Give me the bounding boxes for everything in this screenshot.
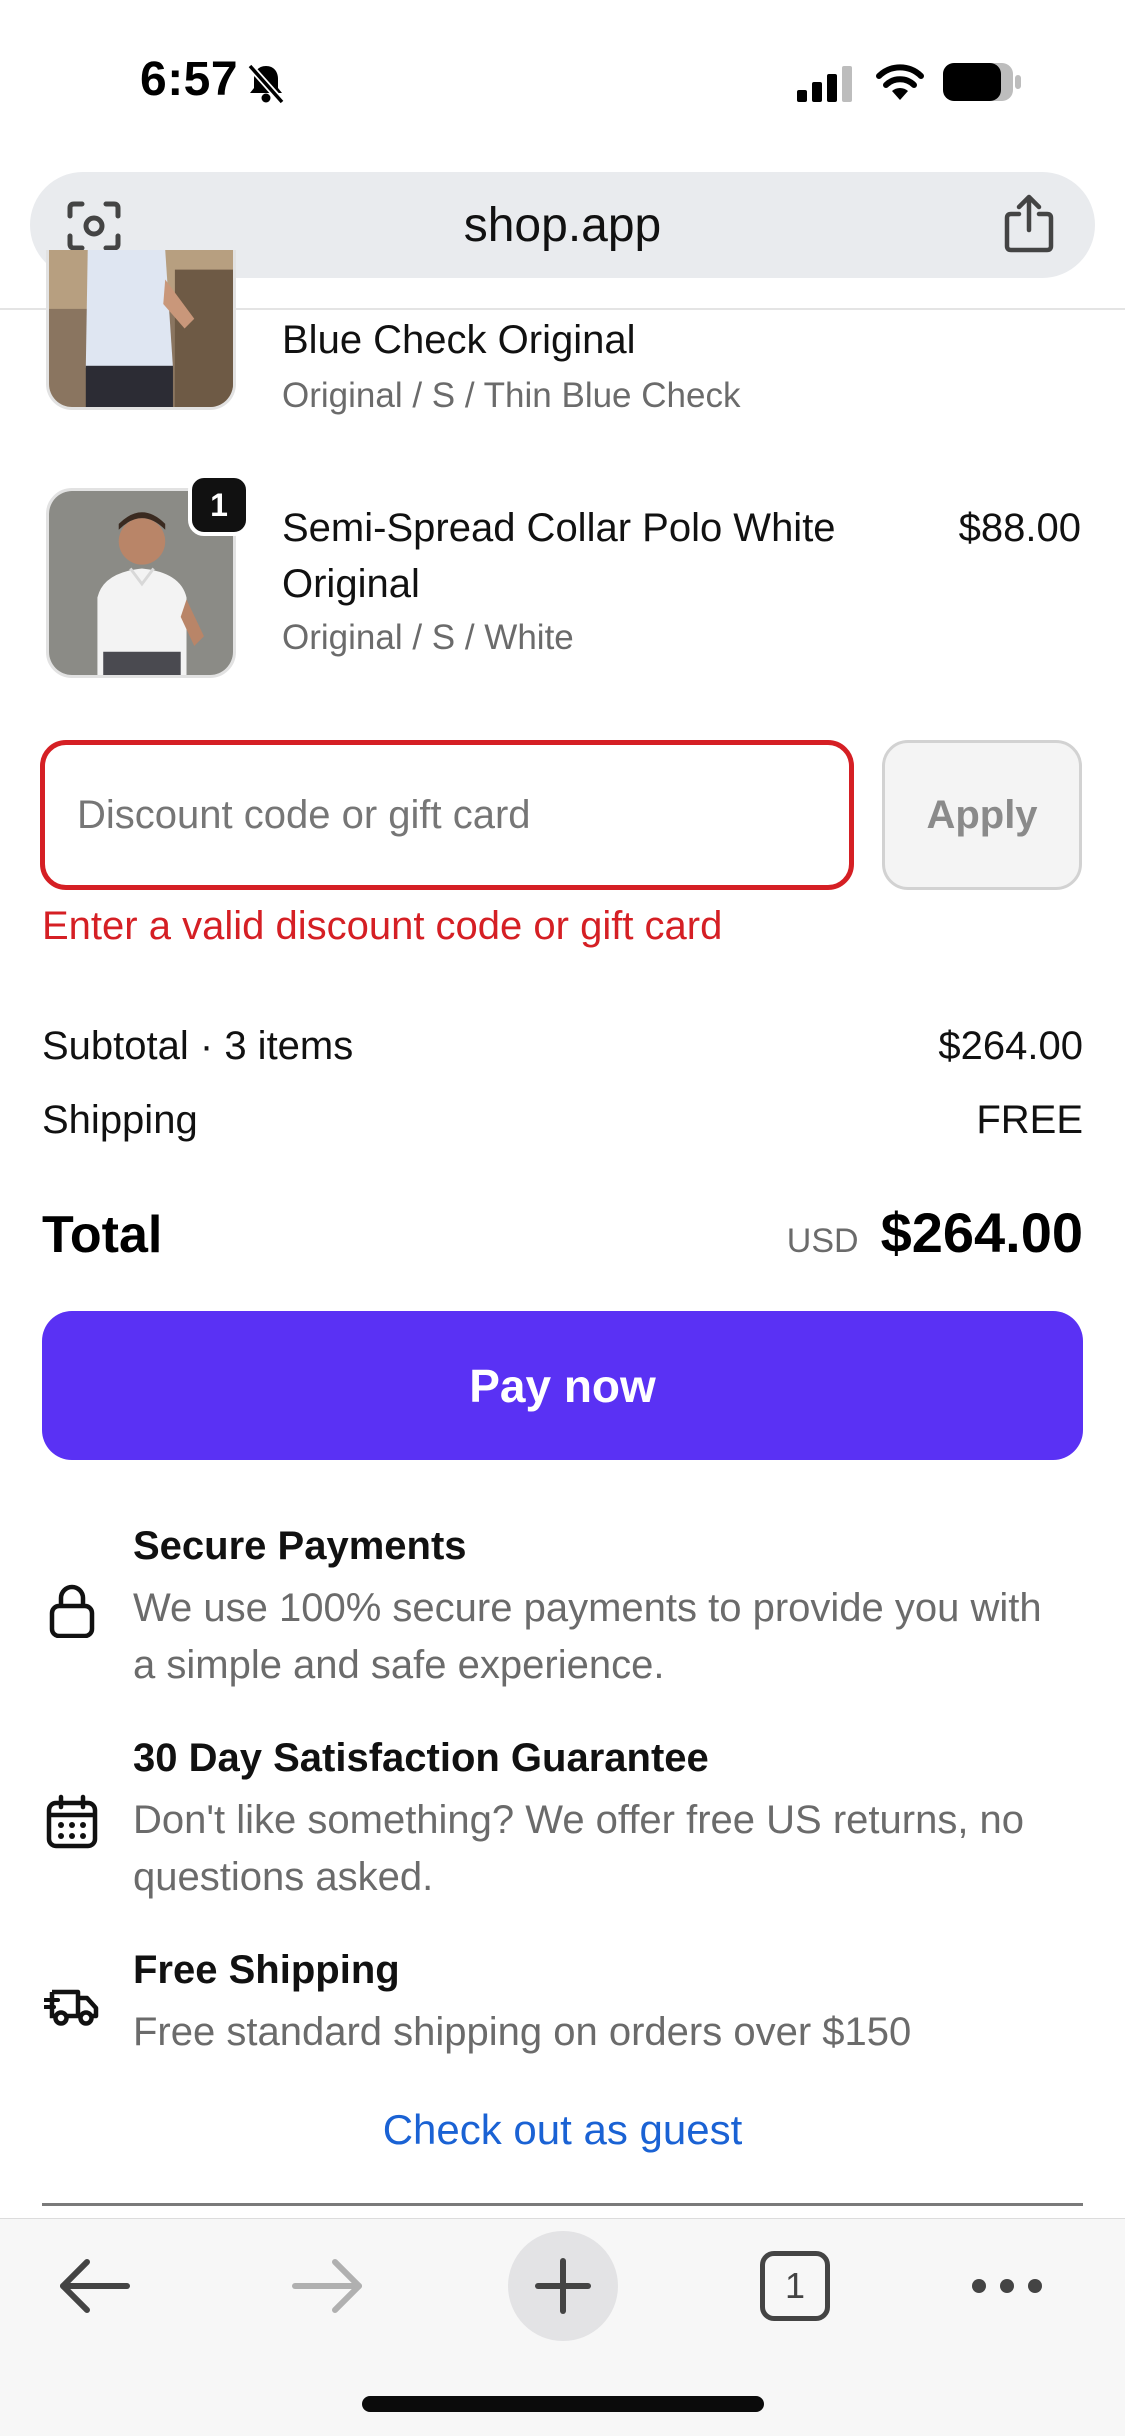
- home-indicator: [362, 2396, 764, 2412]
- back-button[interactable]: [40, 2231, 150, 2341]
- back-arrow-icon: [60, 2259, 130, 2313]
- total-amount: $264.00: [880, 1201, 1083, 1264]
- calendar-icon: [46, 1794, 98, 1849]
- wifi-icon: [876, 64, 924, 100]
- total-label: Total: [42, 1206, 163, 1264]
- status-time: 6:57: [140, 53, 239, 106]
- product-image: [46, 250, 236, 410]
- subtotal-label: Subtotal · 3 items: [42, 1024, 354, 1068]
- discount-error-message: Enter a valid discount code or gift card: [42, 904, 723, 948]
- url-text[interactable]: shop.app: [30, 198, 1095, 253]
- shipping-value: FREE: [976, 1098, 1083, 1142]
- product-variant: Original / S / Thin Blue Check: [282, 376, 741, 415]
- plus-icon: [535, 2258, 591, 2314]
- product-title: Blue Check Original: [282, 318, 636, 362]
- more-icon: [972, 2279, 1042, 2293]
- cellular-signal-icon: [797, 66, 852, 102]
- battery-icon: [943, 63, 1021, 101]
- discount-code-input[interactable]: [40, 740, 854, 890]
- lock-icon: [49, 1584, 95, 1638]
- content-divider: [42, 2203, 1083, 2206]
- tab-count: 1: [784, 2265, 806, 2306]
- product-price: $88.00: [958, 506, 1081, 550]
- shipping-label: Shipping: [42, 1098, 198, 1142]
- total-amount-group: USD $264.00: [787, 1200, 1083, 1265]
- feature-description: We use 100% secure payments to provide y…: [133, 1586, 1042, 1687]
- bell-slash-icon: [247, 63, 285, 104]
- tabs-icon: 1: [760, 2251, 830, 2321]
- feature-title: Secure Payments: [133, 1524, 467, 1568]
- share-icon[interactable]: [1003, 194, 1055, 254]
- feature-title: 30 Day Satisfaction Guarantee: [133, 1736, 709, 1780]
- forward-arrow-icon: [292, 2259, 362, 2313]
- pay-now-button[interactable]: Pay now: [42, 1311, 1083, 1460]
- subtotal-value: $264.00: [938, 1024, 1083, 1068]
- new-tab-button[interactable]: [508, 2231, 618, 2341]
- apply-discount-button[interactable]: Apply: [882, 740, 1082, 890]
- feature-description: Don't like something? We offer free US r…: [133, 1798, 1025, 1899]
- tabs-button[interactable]: 1: [740, 2231, 850, 2341]
- feature-description: Free standard shipping on orders over $1…: [133, 2010, 912, 2054]
- subtotal-row: Subtotal · 3 items $264.00: [42, 1024, 1083, 1069]
- more-menu-button[interactable]: [952, 2231, 1062, 2341]
- product-variant: Original / S / White: [282, 618, 574, 657]
- forward-button[interactable]: [272, 2231, 382, 2341]
- currency-code: USD: [786, 1222, 859, 1260]
- product-title: Semi-Spread Collar Polo White Original: [282, 506, 836, 606]
- total-row: Total USD $264.00: [42, 1200, 1083, 1265]
- status-bar: 6:57: [0, 0, 1125, 150]
- feature-title: Free Shipping: [133, 1948, 400, 1992]
- shipping-row: Shipping FREE: [42, 1098, 1083, 1143]
- quantity-badge: 1: [188, 474, 250, 536]
- checkout-as-guest-link[interactable]: Check out as guest: [0, 2106, 1125, 2154]
- delivery-truck-icon: [44, 1989, 99, 2026]
